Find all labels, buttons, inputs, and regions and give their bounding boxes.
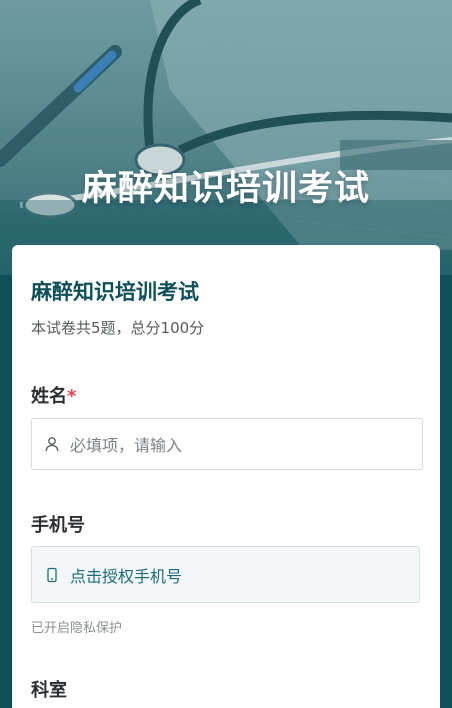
user-icon [44,436,60,452]
authorize-phone-label: 点击授权手机号 [70,566,183,586]
name-input-placeholder: 必填项，请输入 [70,436,183,455]
authorize-phone-button[interactable]: 点击授权手机号 [31,546,420,603]
privacy-note: 已开启隐私保护 [31,621,123,636]
phone-field-label: 手机号 [31,515,85,536]
hero-banner: 麻醉知识培训考试 [0,0,452,275]
form-title: 麻醉知识培训考试 [31,280,199,304]
required-mark: * [67,386,77,407]
department-field-label: 科室 [31,680,67,701]
mobile-phone-icon [44,567,60,583]
form-card: 麻醉知识培训考试 本试卷共5题，总分100分 姓名* 必填项，请输入 手机号 点… [12,245,440,708]
name-input[interactable]: 必填项，请输入 [31,418,423,470]
form-description: 本试卷共5题，总分100分 [31,319,205,337]
name-field-label: 姓名* [31,382,76,408]
exam-form-page: 麻醉知识培训考试 麻醉知识培训考试 本试卷共5题，总分100分 姓名* 必填项，… [0,0,452,708]
hero-title: 麻醉知识培训考试 [81,169,370,209]
name-label-text: 姓名 [31,386,67,407]
stethoscope-background-image [0,0,452,275]
